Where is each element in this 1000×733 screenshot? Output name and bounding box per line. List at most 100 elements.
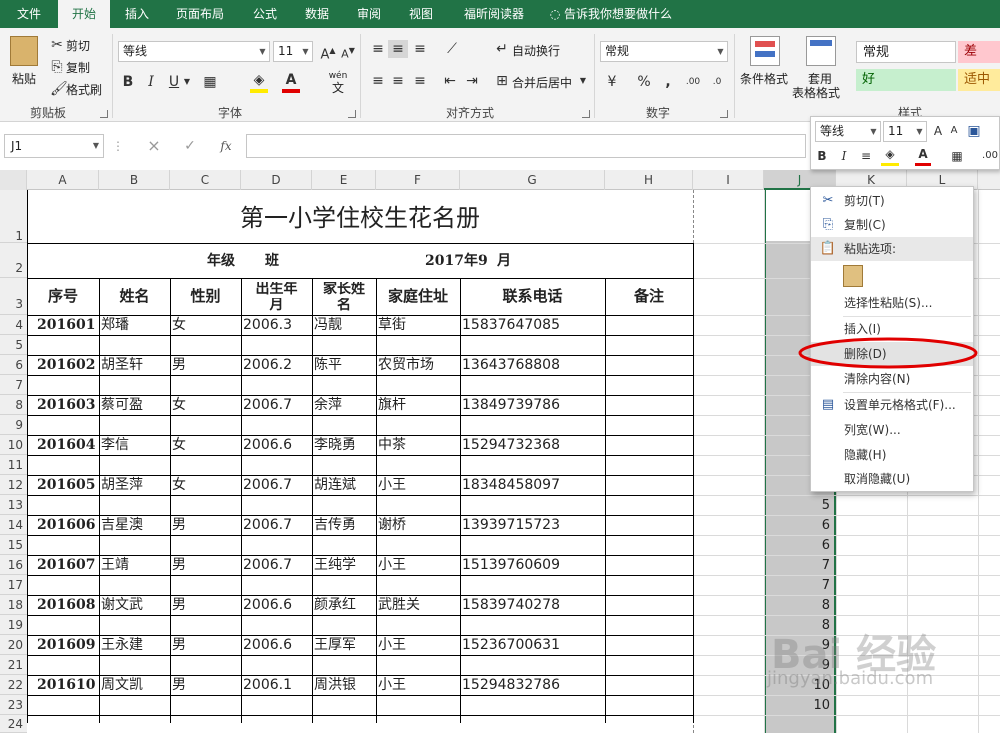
row-header[interactable]: 4 — [0, 315, 27, 335]
row-header[interactable]: 1 — [0, 190, 27, 243]
phonetic-guide-icon[interactable]: wén 文 — [326, 70, 350, 94]
tab-home[interactable]: 开始 — [58, 0, 110, 28]
fill-color-icon[interactable]: ◈ — [250, 71, 268, 93]
conditional-format-icon[interactable] — [750, 36, 780, 66]
row-header[interactable]: 7 — [0, 375, 27, 395]
cell-seq[interactable]: 201609 — [27, 636, 99, 655]
orientation-icon[interactable]: ⟋ — [440, 40, 464, 58]
cell-j-value[interactable]: 8 — [766, 596, 834, 615]
cell-name[interactable]: 李信 — [99, 436, 170, 455]
select-all-corner[interactable] — [0, 170, 27, 190]
cell-seq[interactable]: 201610 — [27, 676, 99, 695]
header-remark[interactable]: 备注 — [605, 278, 693, 315]
cell-gender[interactable]: 女 — [170, 436, 241, 455]
style-normal[interactable]: 常规 — [856, 41, 956, 63]
italic-button[interactable]: I — [143, 73, 159, 91]
cell-address[interactable]: 小王 — [376, 556, 460, 575]
decrease-indent-icon[interactable]: ⇤ — [440, 72, 460, 90]
shrink-font-icon[interactable]: A▼ — [340, 42, 356, 64]
copy-button[interactable]: 复制 — [66, 59, 90, 76]
row-header[interactable]: 22 — [0, 675, 27, 695]
bold-button[interactable]: B — [120, 73, 136, 91]
column-header-b[interactable]: B — [99, 170, 170, 190]
cell-birth[interactable]: 2006.3 — [241, 316, 312, 335]
cell-seq[interactable]: 201602 — [27, 356, 99, 375]
menu-item-unhide[interactable]: 取消隐藏(U) — [811, 467, 973, 491]
cell-phone[interactable]: 13643768808 — [460, 356, 605, 375]
cell-address[interactable]: 小王 — [376, 676, 460, 695]
column-header-h[interactable]: H — [605, 170, 693, 190]
cell-parent[interactable]: 余萍 — [312, 396, 376, 415]
cell-birth[interactable]: 2006.6 — [241, 636, 312, 655]
tab-page-layout[interactable]: 页面布局 — [164, 0, 236, 28]
cell-phone[interactable]: 15294832786 — [460, 676, 605, 695]
grade-label[interactable]: 年级 — [207, 250, 235, 272]
column-header-i[interactable]: I — [693, 170, 764, 190]
mini-font-select[interactable]: 等线 ▼ — [815, 121, 881, 142]
mini-italic-button[interactable]: I — [837, 147, 851, 165]
merge-center-button[interactable]: 合并后居中 — [512, 74, 572, 91]
row-header[interactable]: 23 — [0, 695, 27, 715]
cell-birth[interactable]: 2006.6 — [241, 436, 312, 455]
cell-birth[interactable]: 2006.2 — [241, 356, 312, 375]
tab-data[interactable]: 数据 — [294, 0, 340, 28]
row-header[interactable]: 17 — [0, 575, 27, 595]
column-header-f[interactable]: F — [376, 170, 460, 190]
cell-phone[interactable]: 15839740278 — [460, 596, 605, 615]
cell-phone[interactable]: 15837647085 — [460, 316, 605, 335]
number-format-select[interactable]: 常规 ▼ — [600, 41, 728, 62]
row-header[interactable]: 6 — [0, 355, 27, 375]
tab-file[interactable]: 文件 — [4, 0, 54, 28]
underline-button[interactable]: U — [166, 73, 182, 91]
cell-phone[interactable]: 13939715723 — [460, 516, 605, 535]
row-header[interactable]: 19 — [0, 615, 27, 635]
cell-address[interactable]: 草街 — [376, 316, 460, 335]
font-launcher[interactable] — [348, 110, 356, 118]
borders-icon[interactable]: ▦ — [200, 73, 220, 91]
header-birth-line2[interactable]: 月 — [241, 298, 312, 313]
cell-seq[interactable]: 201605 — [27, 476, 99, 495]
format-as-table-icon[interactable] — [806, 36, 836, 66]
cell-parent[interactable]: 周洪银 — [312, 676, 376, 695]
cell-name[interactable]: 郑璠 — [99, 316, 170, 335]
cell-name[interactable]: 胡圣萍 — [99, 476, 170, 495]
cell-birth[interactable]: 2006.1 — [241, 676, 312, 695]
cell-gender[interactable]: 女 — [170, 476, 241, 495]
row-header[interactable]: 16 — [0, 555, 27, 575]
name-box[interactable]: J1 ▼ — [4, 134, 104, 158]
cell-name[interactable]: 王靖 — [99, 556, 170, 575]
cell-address[interactable]: 武胜关 — [376, 596, 460, 615]
tell-me-search[interactable]: 告诉我你想要做什么 — [564, 0, 682, 28]
insert-function-button[interactable]: fx — [216, 136, 236, 156]
shrink-font-icon[interactable]: A — [947, 122, 961, 140]
cell-name[interactable]: 王永建 — [99, 636, 170, 655]
align-left-icon[interactable]: ≡ — [368, 72, 388, 90]
cell-name[interactable]: 蔡可盈 — [99, 396, 170, 415]
increase-decimal-icon[interactable]: .00 — [981, 147, 999, 165]
column-header-e[interactable]: E — [312, 170, 376, 190]
align-middle-icon[interactable]: ≡ — [388, 40, 408, 58]
increase-decimal-button[interactable]: .00 — [682, 73, 704, 91]
cell-address[interactable]: 中茶 — [376, 436, 460, 455]
alignment-launcher[interactable] — [582, 110, 590, 118]
row-header[interactable]: 11 — [0, 455, 27, 475]
cell-seq[interactable]: 201608 — [27, 596, 99, 615]
cell-j-value[interactable]: 6 — [766, 536, 834, 555]
cell-seq[interactable]: 201601 — [27, 316, 99, 335]
cell-birth[interactable]: 2006.7 — [241, 556, 312, 575]
borders-icon[interactable]: ▦ — [949, 147, 965, 165]
cell-address[interactable]: 谢桥 — [376, 516, 460, 535]
cut-button[interactable]: 剪切 — [66, 37, 90, 54]
column-header-c[interactable]: C — [170, 170, 241, 190]
cell-phone[interactable]: 15236700631 — [460, 636, 605, 655]
row-header[interactable]: 14 — [0, 515, 27, 535]
tab-formulas[interactable]: 公式 — [242, 0, 288, 28]
cell-birth[interactable]: 2006.7 — [241, 476, 312, 495]
font-size-select[interactable]: 11 ▼ — [273, 41, 313, 62]
tab-review[interactable]: 审阅 — [346, 0, 392, 28]
menu-item-copy[interactable]: ⎘ 复制(C) — [811, 213, 973, 237]
align-bottom-icon[interactable]: ≡ — [410, 40, 430, 58]
header-seq[interactable]: 序号 — [27, 278, 99, 315]
cell-parent[interactable]: 胡连斌 — [312, 476, 376, 495]
cell-gender[interactable]: 男 — [170, 356, 241, 375]
